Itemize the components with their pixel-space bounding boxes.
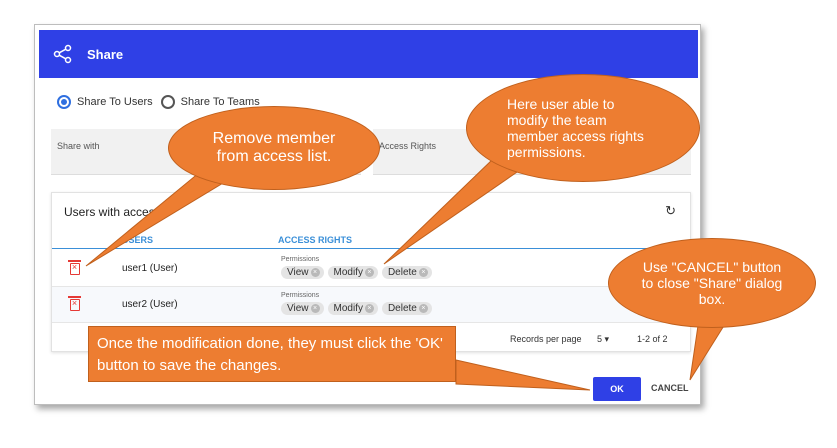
remove-callout-text: Remove member from access list. <box>212 130 336 165</box>
remove-callout-tail <box>85 171 230 267</box>
cancel-callout: Use "CANCEL" button to close "Share" dia… <box>608 238 816 328</box>
ok-callout-text: Once the modification done, they must cl… <box>97 335 443 374</box>
remove-member-callout: Remove member from access list. <box>168 106 380 190</box>
cancel-callout-text: Use "CANCEL" button to close "Share" dia… <box>641 259 783 307</box>
ok-callout-tail <box>455 359 591 391</box>
modify-permissions-callout: Here user able to modify the team member… <box>466 74 700 182</box>
modify-callout-text: Here user able to modify the team member… <box>507 96 644 160</box>
modify-callout-tail <box>383 159 522 265</box>
ok-callout: Once the modification done, they must cl… <box>88 326 456 382</box>
